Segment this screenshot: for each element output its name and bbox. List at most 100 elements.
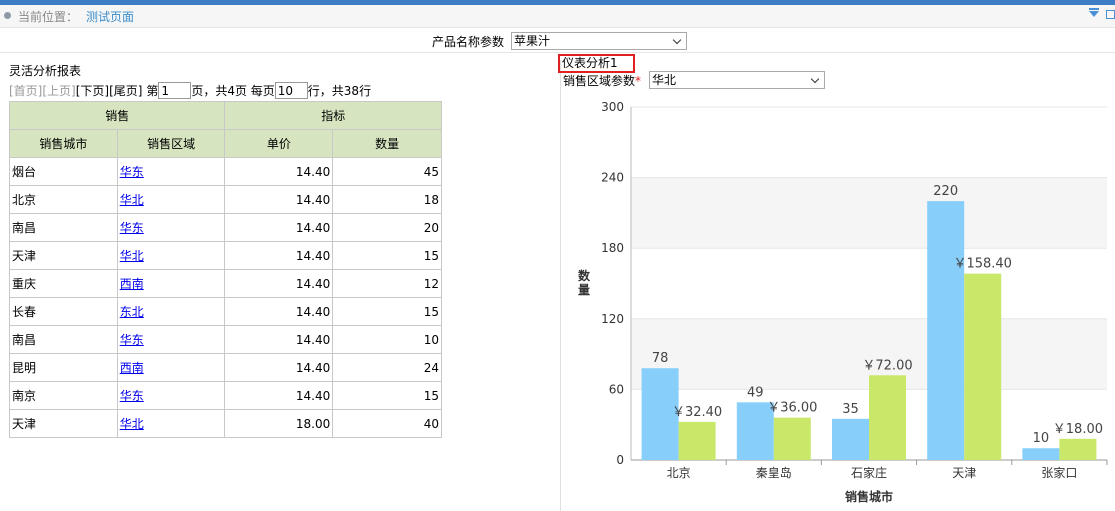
report-body: 烟台 华东 14.40 45 北京 华北 14.40 18 南昌 华东 14.40 20 天津 华北 14.…: [9, 157, 442, 438]
collapse-down-icon[interactable]: [1089, 8, 1099, 17]
column-header-city: 销售城市: [9, 129, 118, 158]
cell-region-link[interactable]: 华北: [120, 417, 144, 431]
gauge-title: 仪表分析1: [558, 54, 635, 73]
cell-region[interactable]: 华东: [116, 213, 226, 242]
cell-region-link[interactable]: 东北: [120, 305, 144, 319]
cell-region[interactable]: 西南: [116, 353, 226, 382]
cell-qty: 40: [332, 409, 442, 438]
x-tick-label: 张家口: [1041, 465, 1077, 480]
cell-qty: 15: [332, 381, 442, 410]
header-group-metrics: 指标: [224, 101, 442, 130]
cell-city: 天津: [9, 409, 118, 438]
table-row: 天津 华北 18.00 40: [9, 409, 442, 438]
cell-region-link[interactable]: 华东: [120, 221, 144, 235]
bar-series-2: [1059, 438, 1097, 460]
data-label: ￥18.00: [1053, 422, 1103, 437]
data-label: ￥36.00: [767, 401, 817, 416]
cell-region-link[interactable]: 华北: [120, 249, 144, 263]
cell-region-link[interactable]: 华北: [120, 193, 144, 207]
report-title: 灵活分析报表: [9, 64, 82, 78]
cell-region[interactable]: 华东: [116, 381, 226, 410]
pager-next-link[interactable]: [下页]: [76, 82, 109, 99]
bar-series-2: [869, 375, 906, 460]
pager-prev-link[interactable]: [上页]: [42, 82, 75, 99]
breadcrumb-current-page[interactable]: 测试页面: [86, 8, 134, 25]
cell-qty: 12: [332, 269, 442, 298]
data-label: 35: [842, 402, 859, 417]
cell-city: 南昌: [9, 213, 118, 242]
table-row: 昆明 西南 14.40 24: [9, 353, 442, 382]
cell-price: 14.40: [224, 325, 334, 354]
cell-region[interactable]: 华北: [116, 185, 226, 214]
product-param-select[interactable]: 苹果汁: [511, 32, 687, 50]
region-param-value: 华北: [652, 73, 677, 87]
pager-page-prefix: 第: [146, 84, 159, 98]
pager-size-input[interactable]: [274, 82, 308, 99]
pager-page-input[interactable]: [158, 82, 192, 99]
breadcrumb: 当前位置： 测试页面: [0, 5, 1115, 28]
cell-price: 14.40: [224, 241, 334, 270]
cell-city: 重庆: [9, 269, 118, 298]
cell-region[interactable]: 华北: [116, 409, 226, 438]
cell-city: 天津: [9, 241, 118, 270]
x-axis-label: 销售城市: [845, 489, 893, 504]
sales-bar-chart: 0 60 120 180 240 300 数量 78 ￥32.40 北京 49￥36.00 秦皇岛 35…: [578, 100, 1108, 504]
cell-city: 长春: [9, 297, 118, 326]
panel-divider: [560, 60, 561, 511]
region-param-select[interactable]: 华北: [649, 71, 825, 89]
table-row: 长春 东北 14.40 15: [9, 297, 442, 326]
cell-region-link[interactable]: 西南: [120, 361, 144, 375]
data-label: ￥72.00: [862, 358, 912, 373]
pager-size-suffix: 行，共38行: [307, 84, 372, 98]
column-header-price: 单价: [224, 129, 334, 158]
cell-region[interactable]: 西南: [116, 269, 226, 298]
y-axis-label: 数: [578, 268, 591, 283]
cell-qty: 24: [332, 353, 442, 382]
required-mark: *: [635, 74, 642, 88]
cell-region-link[interactable]: 西南: [120, 277, 144, 291]
cell-region-link[interactable]: 华东: [120, 389, 144, 403]
region-param-label: 销售区域参数*: [563, 72, 641, 89]
bar-series-2: [773, 417, 811, 460]
cell-region[interactable]: 东北: [116, 297, 226, 326]
x-tick-label: 北京: [667, 466, 691, 480]
data-label: ￥158.40: [953, 257, 1012, 272]
cell-qty: 15: [332, 297, 442, 326]
table-row: 南昌 华东 14.40 20: [9, 213, 442, 242]
report-pager: [首页][上页][下页][尾页] 第 页，共4页 每页 行，共38行: [9, 82, 371, 100]
table-row: 北京 华北 14.40 18: [9, 185, 442, 214]
region-param-label-text: 销售区域参数: [563, 74, 636, 88]
bar-series-1: [832, 418, 869, 460]
cell-qty: 15: [332, 241, 442, 270]
product-param-label: 产品名称参数: [432, 35, 505, 49]
cell-region-link[interactable]: 华东: [120, 165, 144, 179]
data-label: 78: [652, 351, 669, 366]
cell-qty: 20: [332, 213, 442, 242]
cell-qty: 10: [332, 325, 442, 354]
window-restore-icon[interactable]: [1106, 10, 1115, 19]
bar-series-1: [1022, 448, 1060, 460]
pager-last-link[interactable]: [尾页]: [109, 82, 142, 99]
y-tick-label: 240: [601, 171, 624, 185]
cell-region[interactable]: 华东: [116, 157, 226, 186]
pager-first-link[interactable]: [首页]: [9, 82, 42, 99]
product-param-value: 苹果汁: [514, 34, 551, 48]
y-tick-label: 60: [609, 382, 624, 396]
x-tick-label: 天津: [952, 466, 976, 480]
data-label: 49: [747, 385, 764, 400]
cell-price: 14.40: [224, 185, 334, 214]
column-header-region: 销售区域: [116, 129, 226, 158]
cell-region[interactable]: 华北: [116, 241, 226, 270]
table-row: 重庆 西南 14.40 12: [9, 269, 442, 298]
cell-price: 14.40: [224, 381, 334, 410]
parameter-bar: 产品名称参数 苹果汁: [0, 31, 1115, 53]
cell-region-link[interactable]: 华东: [120, 333, 144, 347]
bar-series-1: [927, 201, 965, 460]
header-group-sales: 销售: [8, 101, 226, 130]
table-row: 南京 华东 14.40 15: [9, 381, 442, 410]
grid-band: [631, 177, 1107, 249]
cell-city: 南京: [9, 381, 118, 410]
cell-region[interactable]: 华东: [116, 325, 226, 354]
cell-qty: 45: [332, 157, 442, 186]
breadcrumb-label: 当前位置：: [18, 10, 79, 24]
